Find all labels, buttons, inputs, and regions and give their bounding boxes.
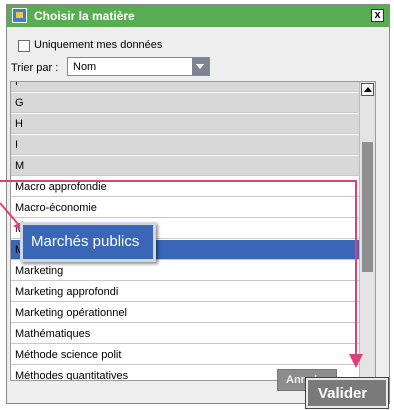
only-my-data-checkbox[interactable] <box>18 40 30 52</box>
sort-label: Trier par : <box>11 62 59 74</box>
dialog-title: Choisir la matière <box>34 9 135 23</box>
sort-select[interactable]: Nom <box>67 57 210 76</box>
list-item-label: Marketing <box>15 265 64 277</box>
list-item-label: H <box>15 118 23 130</box>
app-icon <box>12 8 27 23</box>
chevron-down-icon[interactable] <box>192 58 209 75</box>
list-item-label: Mathématiques <box>15 328 91 340</box>
scroll-thumb[interactable] <box>362 142 373 272</box>
close-icon[interactable]: x <box>371 9 384 22</box>
validate-button-label: Valider <box>318 385 368 402</box>
list-group-header[interactable]: G <box>11 93 361 113</box>
list-group-header[interactable]: I <box>11 135 361 155</box>
list-item[interactable]: Méthode science polit <box>11 345 361 365</box>
list-item-label: Marketing opérationnel <box>15 307 127 319</box>
list-item-label: I <box>15 139 19 151</box>
scroll-up-icon[interactable] <box>361 83 374 96</box>
title-bar: Choisir la matière x <box>7 5 389 27</box>
list-group-header[interactable]: H <box>11 114 361 134</box>
list-item-label: M <box>15 160 25 172</box>
vertical-scrollbar[interactable] <box>359 82 375 380</box>
only-my-data-label[interactable]: Uniquement mes données <box>34 39 162 51</box>
validate-button[interactable]: Valider <box>306 378 388 408</box>
selected-item-callout: Marchés publics <box>20 222 156 262</box>
list-item-label: Méthodes quantitatives <box>15 370 129 381</box>
sort-value: Nom <box>73 61 97 73</box>
list-group-header[interactable]: M <box>11 156 361 176</box>
list-item[interactable]: Marketing opérationnel <box>11 303 361 323</box>
list-item-label: Méthode science polit <box>15 349 122 361</box>
list-item[interactable]: Mathématiques <box>11 324 361 344</box>
list-item-label: G <box>15 97 24 109</box>
list-group-header[interactable]: F <box>11 81 361 92</box>
list-item-label: Marketing approfondi <box>15 286 119 298</box>
list-item-label: F <box>15 81 22 88</box>
list-item[interactable]: Macro approfondie <box>11 177 361 197</box>
list-item[interactable]: Marketing approfondi <box>11 282 361 302</box>
list-item[interactable]: Macro-économie <box>11 198 361 218</box>
choose-subject-dialog: Choisir la matière x Uniquement mes donn… <box>6 4 390 404</box>
list-item-label: Macro approfondie <box>15 181 107 193</box>
callout-label: Marchés publics <box>31 233 140 250</box>
list-item-label: Macro-économie <box>15 202 97 214</box>
list-item[interactable]: Marketing <box>11 261 361 281</box>
